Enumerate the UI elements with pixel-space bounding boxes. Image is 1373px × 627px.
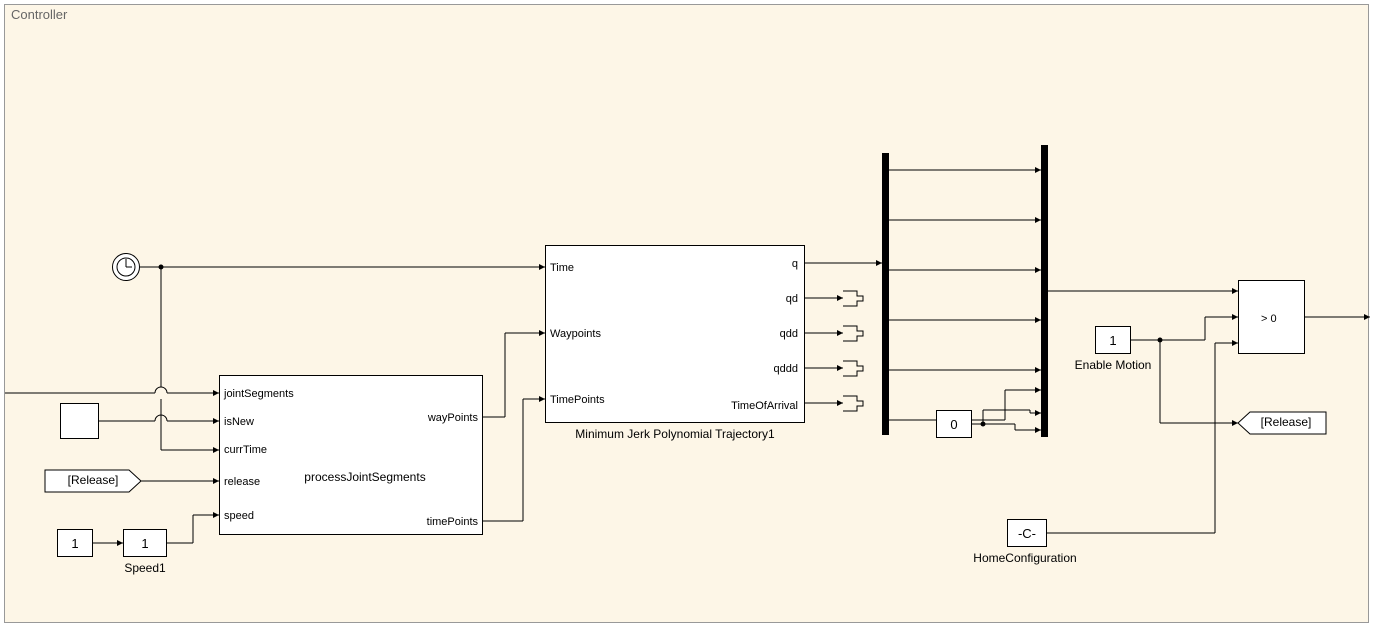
port-wayPoints: wayPoints (428, 412, 478, 424)
port-speed: speed (224, 510, 254, 522)
switch-block[interactable]: > 0 (1238, 280, 1305, 354)
home-config-label: HomeConfiguration (955, 551, 1095, 565)
port-TimeOfArrival: TimeOfArrival (731, 400, 798, 412)
subsystem-title: Controller (11, 7, 67, 22)
port-TimePoints: TimePoints (550, 394, 605, 406)
min-jerk-trajectory-block[interactable]: Time Waypoints TimePoints q qd qdd qddd … (545, 245, 805, 423)
port-q: q (792, 258, 798, 270)
port-Waypoints: Waypoints (550, 328, 601, 340)
port-release: release (224, 476, 260, 488)
gain-speed1-label: Speed1 (115, 561, 175, 575)
goto-release-tag-label: [Release] (1249, 415, 1323, 429)
switch-threshold: > 0 (1261, 313, 1277, 325)
port-Time: Time (550, 262, 574, 274)
enable-motion-label: Enable Motion (1061, 358, 1165, 372)
home-config-const[interactable]: -C- (1007, 519, 1047, 547)
port-qddd: qddd (774, 363, 798, 375)
step-block[interactable] (60, 403, 99, 439)
const-1[interactable]: 1 (57, 529, 93, 557)
process-joint-segments-block[interactable]: jointSegments isNew currTime release spe… (219, 375, 483, 535)
controller-subsystem: Controller (4, 4, 1369, 623)
port-qd: qd (786, 293, 798, 305)
enable-motion-const[interactable]: 1 (1095, 326, 1131, 354)
port-isNew: isNew (224, 416, 254, 428)
const-0[interactable]: 0 (936, 410, 972, 438)
traj-block-label: Minimum Jerk Polynomial Trajectory1 (545, 427, 805, 441)
port-qdd: qdd (780, 328, 798, 340)
gain-speed1[interactable]: 1 (123, 529, 167, 557)
from-release-tag-label: [Release] (51, 473, 135, 487)
port-currTime: currTime (224, 444, 267, 456)
port-jointSegments: jointSegments (224, 388, 294, 400)
port-timePoints: timePoints (427, 516, 478, 528)
process-fn-name: processJointSegments (280, 470, 450, 484)
